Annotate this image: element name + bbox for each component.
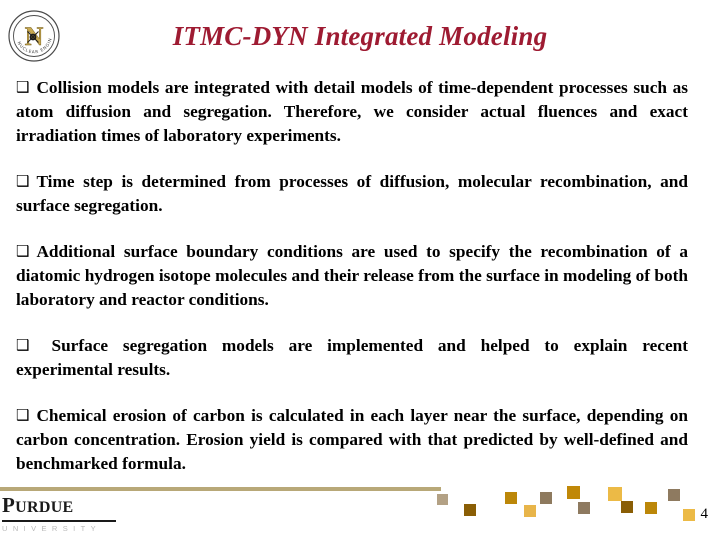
- page-number: 4: [700, 506, 709, 522]
- slide-header: PURDUE NUCLEAR ENGINEERING N ITMC-DYN In…: [0, 0, 720, 70]
- purdue-university-logo: PURDUE UNIVERSITY: [2, 494, 120, 533]
- decorative-square: [645, 502, 657, 514]
- footer-divider-rule: [0, 487, 441, 491]
- bullet-text: Surface segregation models are implement…: [16, 336, 688, 379]
- slide-footer: PURDUE UNIVERSITY 4: [0, 480, 720, 540]
- decorative-square: [464, 504, 476, 516]
- purdue-wordmark-initial: P: [2, 493, 16, 517]
- hollow-square-bullet-icon: ❑: [16, 336, 30, 354]
- page-title: ITMC-DYN Integrated Modeling: [172, 21, 548, 51]
- decorative-square: [683, 509, 695, 521]
- decorative-square: [621, 501, 633, 513]
- decorative-square: [540, 492, 552, 504]
- decorative-square: [608, 487, 622, 501]
- decorative-square: [505, 492, 517, 504]
- bullet-item: ❑ Collision models are integrated with de…: [16, 76, 688, 148]
- bullet-text: Chemical erosion of carbon is calculated…: [16, 406, 688, 473]
- bullet-item: ❑ Surface segregation models are implemen…: [16, 334, 688, 382]
- decorative-square: [567, 486, 580, 499]
- decorative-square: [668, 489, 680, 501]
- purdue-wordmark-rest: URDUE: [15, 499, 74, 516]
- slide-content: ❑ Collision models are integrated with de…: [16, 76, 688, 476]
- hollow-square-bullet-icon: ❑: [16, 406, 30, 424]
- bullet-text: Additional surface boundary conditions a…: [16, 242, 688, 309]
- bullet-item: ❑ Additional surface boundary conditions …: [16, 240, 688, 312]
- hollow-square-bullet-icon: ❑: [16, 78, 30, 96]
- bullet-item: ❑ Time step is determined from processes …: [16, 170, 688, 218]
- bullet-text: Time step is determined from processes o…: [16, 172, 688, 215]
- bullet-text: Collision models are integrated with det…: [16, 78, 688, 145]
- bullet-item: ❑ Chemical erosion of carbon is calculate…: [16, 404, 688, 476]
- decorative-square: [578, 502, 590, 514]
- hollow-square-bullet-icon: ❑: [16, 242, 30, 260]
- purdue-university-subtext: UNIVERSITY: [2, 524, 102, 533]
- purdue-wordmark-text: PURDUE: [2, 494, 120, 519]
- decorative-square: [524, 505, 536, 517]
- decorative-square: [437, 494, 448, 505]
- hollow-square-bullet-icon: ❑: [16, 172, 30, 190]
- purdue-wordmark-underline: [2, 520, 116, 522]
